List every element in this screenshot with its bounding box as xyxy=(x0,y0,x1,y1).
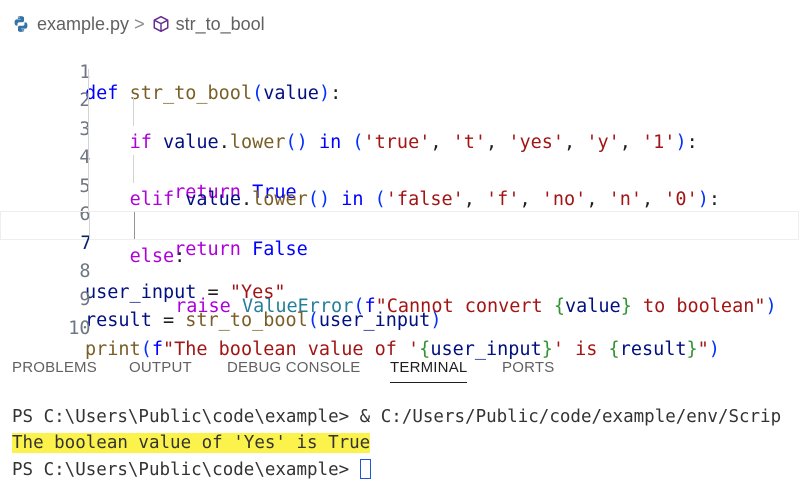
code-line[interactable]: 1 def str_to_bool(value): xyxy=(0,41,799,104)
tab-output[interactable]: OUTPUT xyxy=(129,359,192,376)
code-line[interactable]: 5 return False xyxy=(0,154,799,260)
indent-guide xyxy=(133,97,134,127)
code-line[interactable]: 4 elif value.lower() in ('false', 'f', '… xyxy=(0,126,799,210)
indent-guide xyxy=(88,69,89,98)
terminal-cursor xyxy=(359,459,371,479)
tab-debug-console[interactable]: DEBUG CONSOLE xyxy=(227,359,360,376)
terminal-prompt: PS C:\Users\Public\code\example> xyxy=(12,460,360,480)
active-tab-indicator xyxy=(390,382,467,383)
breadcrumb-file[interactable]: example.py xyxy=(37,14,129,35)
terminal[interactable]: PS C:\Users\Public\code\example> & C:/Us… xyxy=(0,405,799,490)
code-line[interactable]: 3 return True xyxy=(0,97,799,203)
highlighted-output: The boolean value of 'Yes' is True xyxy=(12,433,371,453)
code-line-active[interactable]: 7 raise ValueError(f"Cannot convert {val… xyxy=(0,211,799,317)
tab-problems[interactable]: PROBLEMS xyxy=(12,359,97,376)
tab-ports[interactable]: PORTS xyxy=(502,359,554,376)
code-line[interactable]: 2 if value.lower() in ('true', 't', 'yes… xyxy=(0,69,799,153)
code-line[interactable]: 8 user_input = "Yes" xyxy=(0,240,799,303)
indent-guide xyxy=(88,154,89,183)
method-cube-icon xyxy=(153,15,169,33)
breadcrumb-separator: > xyxy=(134,13,145,34)
terminal-output-line: The boolean value of 'Yes' is True xyxy=(12,433,371,453)
code-line[interactable]: 9 result = str_to_bool(user_input) xyxy=(0,268,799,331)
indent-guide xyxy=(88,97,89,127)
terminal-line: PS C:\Users\Public\code\example> & C:/Us… xyxy=(12,407,782,427)
terminal-prompt-line[interactable]: PS C:\Users\Public\code\example> xyxy=(12,459,371,480)
indent-guide-active xyxy=(134,212,135,239)
indent-guide xyxy=(89,212,90,239)
line-number: 10 xyxy=(68,317,91,339)
tab-terminal[interactable]: TERMINAL xyxy=(390,359,467,376)
code-line[interactable]: 10 print(f"The boolean value of '{user_i… xyxy=(0,297,799,360)
python-icon xyxy=(14,16,28,32)
breadcrumb-symbol[interactable]: str_to_bool xyxy=(176,14,265,35)
indent-guide xyxy=(88,183,89,212)
indent-guide xyxy=(133,154,134,183)
code-editor[interactable]: 1 def str_to_bool(value): 2 if value.low… xyxy=(0,41,799,360)
code-line[interactable]: 6 else: xyxy=(0,183,799,267)
panel-tab-bar: PROBLEMS OUTPUT DEBUG CONSOLE TERMINAL P… xyxy=(0,355,799,385)
indent-guide xyxy=(88,126,89,155)
